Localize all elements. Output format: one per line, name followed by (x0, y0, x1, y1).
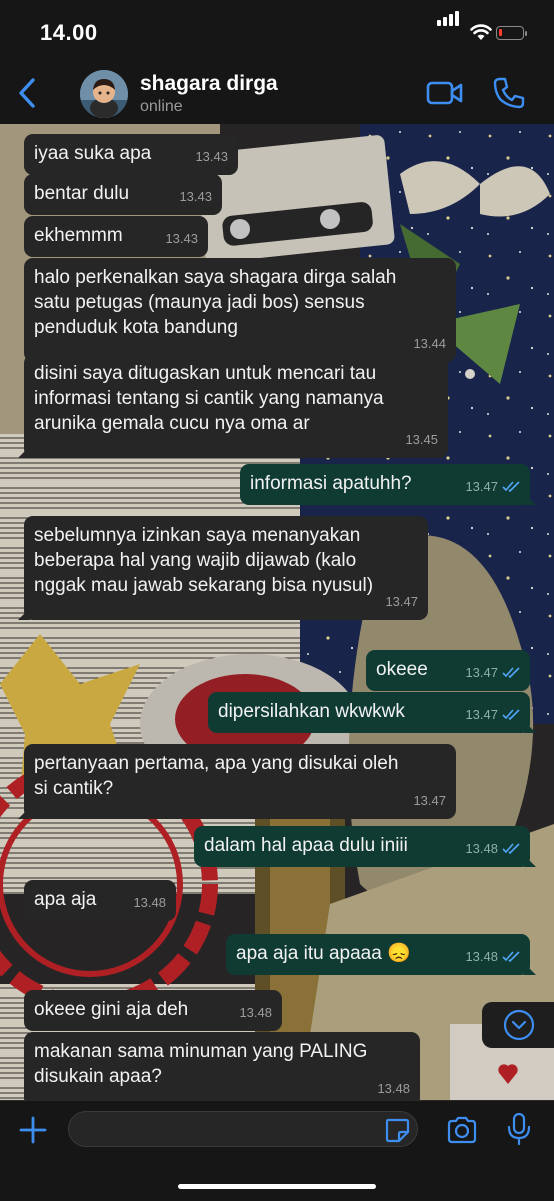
message-timestamp: 13.43 (195, 149, 228, 164)
camera-icon[interactable] (446, 1115, 478, 1145)
message-timestamp: 13.48 (465, 949, 498, 964)
message-text: pertanyaan pertama, apa yang disukai ole… (34, 753, 399, 799)
message-timestamp: 13.43 (165, 231, 198, 246)
message-bubble-incoming[interactable]: sebelumnya izinkan saya menanyakan beber… (24, 516, 428, 620)
message-bubble-incoming[interactable]: bentar dulu 13.43 (24, 174, 222, 215)
message-timestamp: 13.47 (413, 793, 446, 808)
double-check-icon (502, 843, 520, 854)
message-timestamp: 13.44 (413, 336, 446, 351)
double-check-icon (502, 481, 520, 492)
message-bubble-outgoing[interactable]: informasi apatuhh? 13.47 (240, 464, 530, 505)
message-bubble-incoming[interactable]: disini saya ditugaskan untuk mencari tau… (24, 354, 448, 458)
message-time: 13.48 (465, 944, 520, 969)
scroll-to-bottom-button[interactable] (482, 1002, 554, 1048)
message-time: 13.43 (165, 226, 198, 251)
message-time: 13.47 (465, 660, 520, 685)
message-text: halo perkenalkan saya shagara dirga sala… (34, 267, 397, 338)
message-bubble-incoming[interactable]: iyaa suka apa 13.43 (24, 134, 238, 175)
double-check-icon (502, 709, 520, 720)
message-bubble-outgoing[interactable]: okeee 13.47 (366, 650, 530, 691)
message-timestamp: 13.47 (465, 665, 498, 680)
chat-header: shagara dirga online (0, 62, 554, 125)
avatar[interactable] (80, 70, 128, 118)
message-bubble-incoming[interactable]: apa aja 13.48 (24, 880, 176, 921)
message-time: 13.47 (385, 589, 418, 614)
message-bubble-incoming[interactable]: ekhemmm 13.43 (24, 216, 208, 257)
message-time: 13.43 (195, 144, 228, 169)
contact-status: online (140, 98, 183, 115)
microphone-icon[interactable] (506, 1112, 532, 1146)
message-text: makanan sama minuman yang PALING disukai… (34, 1041, 368, 1087)
avatar-image (80, 70, 128, 118)
message-bubble-outgoing[interactable]: apa aja itu apaaa 😞 13.48 (226, 934, 530, 975)
message-time: 13.48 (239, 1000, 272, 1025)
message-bubble-incoming[interactable]: pertanyaan pertama, apa yang disukai ole… (24, 744, 456, 819)
message-input[interactable] (68, 1111, 418, 1147)
message-bubble-incoming[interactable]: halo perkenalkan saya shagara dirga sala… (24, 258, 456, 362)
phone-icon[interactable] (492, 76, 526, 110)
message-timestamp: 13.48 (465, 841, 498, 856)
message-time: 13.45 (405, 427, 438, 452)
message-time: 13.47 (465, 474, 520, 499)
status-bar: 14.00 (0, 0, 554, 62)
plus-icon[interactable] (18, 1115, 48, 1145)
message-timestamp: 13.48 (377, 1081, 410, 1096)
sticker-icon[interactable] (384, 1117, 410, 1143)
home-indicator (178, 1184, 376, 1189)
contact-name[interactable]: shagara dirga (140, 72, 278, 96)
message-time: 13.48 (133, 890, 166, 915)
battery-icon (496, 26, 527, 40)
double-check-icon (502, 667, 520, 678)
chevron-left-icon[interactable] (14, 76, 40, 110)
message-timestamp: 13.43 (179, 189, 212, 204)
message-bubble-outgoing[interactable]: dipersilahkan wkwkwk 13.47 (208, 692, 530, 733)
status-time: 14.00 (40, 20, 98, 45)
message-text: sebelumnya izinkan saya menanyakan beber… (34, 525, 374, 596)
chevron-down-circle-icon (503, 1009, 535, 1041)
message-text: disini saya ditugaskan untuk mencari tau… (34, 363, 384, 434)
message-time: 13.48 (465, 836, 520, 861)
message-time: 13.47 (413, 788, 446, 813)
message-time: 13.43 (179, 184, 212, 209)
wifi-icon (470, 24, 492, 40)
message-time: 13.47 (465, 702, 520, 727)
message-time: 13.44 (413, 331, 446, 356)
video-camera-icon[interactable] (426, 78, 464, 108)
message-timestamp: 13.47 (465, 707, 498, 722)
message-timestamp: 13.48 (133, 895, 166, 910)
message-text: okeee gini aja deh (34, 999, 189, 1020)
message-time: 13.48 (377, 1076, 410, 1100)
message-bubble-incoming[interactable]: okeee gini aja deh 13.48 (24, 990, 282, 1031)
message-timestamp: 13.47 (465, 479, 498, 494)
message-timestamp: 13.47 (385, 594, 418, 609)
message-bubble-outgoing[interactable]: dalam hal apaa dulu iniii 13.48 (194, 826, 530, 867)
chat-area[interactable]: iyaa suka apa 13.43 bentar dulu 13.43 ek… (0, 124, 554, 1100)
message-bubble-incoming[interactable]: makanan sama minuman yang PALING disukai… (24, 1032, 420, 1100)
double-check-icon (502, 951, 520, 962)
message-timestamp: 13.45 (405, 432, 438, 447)
message-timestamp: 13.48 (239, 1005, 272, 1020)
